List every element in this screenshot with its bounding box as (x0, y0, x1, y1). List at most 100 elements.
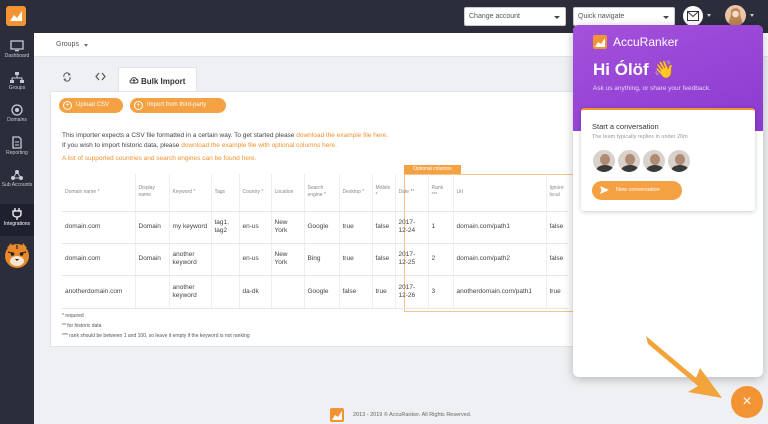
column-header: Date ** (394, 174, 428, 212)
send-icon (600, 186, 609, 194)
accuranker-logo[interactable] (6, 6, 26, 26)
column-header: Url (452, 174, 546, 212)
chevron-down-icon (663, 16, 669, 19)
breadcrumb-groups[interactable]: Groups (56, 41, 79, 48)
arrow-annotation-icon (646, 336, 722, 398)
team-avatar (617, 149, 641, 173)
table-cell: 2 (427, 243, 453, 276)
table-cell: Bing (303, 243, 339, 276)
download-example-link[interactable]: download the example file here. (296, 132, 388, 139)
table-cell: en-us (238, 211, 271, 244)
chevron-down-icon (554, 16, 560, 19)
sidebar-item-sub-accounts[interactable]: Sub Accounts (0, 166, 34, 202)
sidebar-item-domains[interactable]: Domains (0, 101, 34, 133)
new-conversation-label: New conversation (616, 187, 660, 193)
plus-icon: + (134, 101, 143, 110)
table-cell: true (371, 275, 395, 309)
tab-bulk-import[interactable]: Bulk Import (118, 67, 197, 92)
table-cell: 2017-12-25 (394, 243, 428, 276)
cloud-upload-icon (129, 77, 139, 84)
plug-icon (12, 208, 22, 220)
intro-line-2: If you wish to import historic data, ple… (62, 142, 337, 149)
import-third-party-button[interactable]: + Import from third-party (130, 98, 226, 113)
column-header: Keyword * (168, 174, 211, 212)
table-cell: 3 (427, 275, 453, 309)
table-cell: domain.com (62, 211, 135, 244)
table-cell: false (371, 211, 395, 244)
table-cell: tag1, tag2 (210, 211, 239, 244)
tab-refresh[interactable] (62, 72, 72, 85)
table-cell: true (338, 243, 372, 276)
quick-navigate-label: Quick navigate (578, 13, 625, 20)
table-cell: true (545, 275, 568, 309)
new-conversation-button[interactable]: New conversation (592, 181, 682, 200)
table-cell: false (545, 243, 568, 276)
sitemap-icon (10, 72, 24, 83)
chevron-down-icon[interactable] (707, 14, 711, 17)
table-header-row: Domain name * Display name Keyword * Tag… (62, 174, 568, 212)
sidebar-item-integrations[interactable]: Integrations (0, 204, 34, 236)
tiger-mascot-icon (5, 243, 29, 268)
table-cell: another keyword (168, 243, 211, 276)
table-cell: Google (303, 275, 339, 309)
tab-api[interactable] (95, 72, 106, 84)
table-cell (210, 243, 239, 276)
globe-icon (11, 104, 23, 116)
import-third-party-label: Import from third-party (147, 102, 207, 108)
upload-csv-button[interactable]: + Upload CSV (59, 98, 123, 113)
report-icon (12, 136, 22, 149)
column-header: Location (270, 174, 304, 212)
column-header: Mobile * (371, 174, 395, 212)
table-cell (134, 275, 169, 309)
intro-line-1: This importer expects a CSV file formatt… (62, 132, 388, 139)
column-header: Desktop * (338, 174, 372, 212)
chevron-down-icon[interactable] (84, 44, 88, 47)
sidebar-item-groups[interactable]: Groups (0, 69, 34, 101)
reply-time-text: The team typically replies in under 20m (592, 134, 688, 140)
optional-columns-label: Optional columns (404, 165, 461, 174)
sidebar-item-label: Integrations (3, 221, 31, 227)
table-cell: domain.com (62, 243, 135, 276)
share-icon (11, 170, 23, 180)
footer-logo (330, 408, 344, 422)
change-account-select[interactable]: Change account (464, 7, 566, 26)
plus-icon: + (63, 101, 72, 110)
quick-navigate-select[interactable]: Quick navigate (573, 7, 675, 26)
sidebar-item-reporting[interactable]: Reporting (0, 133, 34, 165)
close-icon: × (742, 393, 752, 410)
table-cell (270, 275, 304, 309)
messages-button[interactable] (683, 6, 703, 26)
table-cell: domain.com/path1 (452, 211, 546, 244)
sync-icon (63, 72, 71, 82)
table-cell: false (338, 275, 372, 309)
sidebar: Dashboard Groups Domains Reporting Sub A… (0, 0, 34, 424)
chat-brand-name: AccuRanker (613, 35, 679, 49)
user-avatar[interactable] (725, 5, 746, 26)
team-avatar (592, 149, 616, 173)
column-header: Tags (210, 174, 239, 212)
table-cell: 2017-12-24 (394, 211, 428, 244)
table-cell: anotherdomain.com/path1 (452, 275, 546, 309)
supported-countries-link[interactable]: A list of supported countries and search… (62, 155, 256, 162)
upload-csv-label: Upload CSV (76, 102, 110, 108)
bulk-import-panel: + Upload CSV + Import from third-party T… (50, 91, 611, 347)
intro-text: This importer expects a CSV file formatt… (62, 132, 297, 139)
code-icon (95, 72, 106, 81)
table-cell: true (338, 211, 372, 244)
sidebar-item-label: Sub Accounts (1, 182, 33, 188)
chat-subtitle: Ask us anything, or share your feedback. (593, 85, 711, 92)
sidebar-item-dashboard[interactable]: Dashboard (0, 37, 34, 69)
copyright-text: 2013 - 2019 © AccuRanker. All Rights Res… (353, 412, 472, 418)
tab-bulk-import-label: Bulk Import (141, 77, 186, 86)
table-cell: en-us (238, 243, 271, 276)
chat-greeting: Hi Ólöf 👋 (593, 60, 675, 79)
download-optional-example-link[interactable]: download the example file with optional … (181, 142, 337, 149)
table-cell: false (545, 211, 568, 244)
column-header: Display name (134, 174, 169, 212)
table-cell: Domain (134, 211, 169, 244)
chevron-down-icon[interactable] (750, 14, 754, 17)
table-cell: false (371, 243, 395, 276)
footnote-historic: ** for historic data (62, 323, 102, 329)
monitor-icon (10, 40, 24, 52)
chat-close-button[interactable]: × (731, 386, 763, 418)
